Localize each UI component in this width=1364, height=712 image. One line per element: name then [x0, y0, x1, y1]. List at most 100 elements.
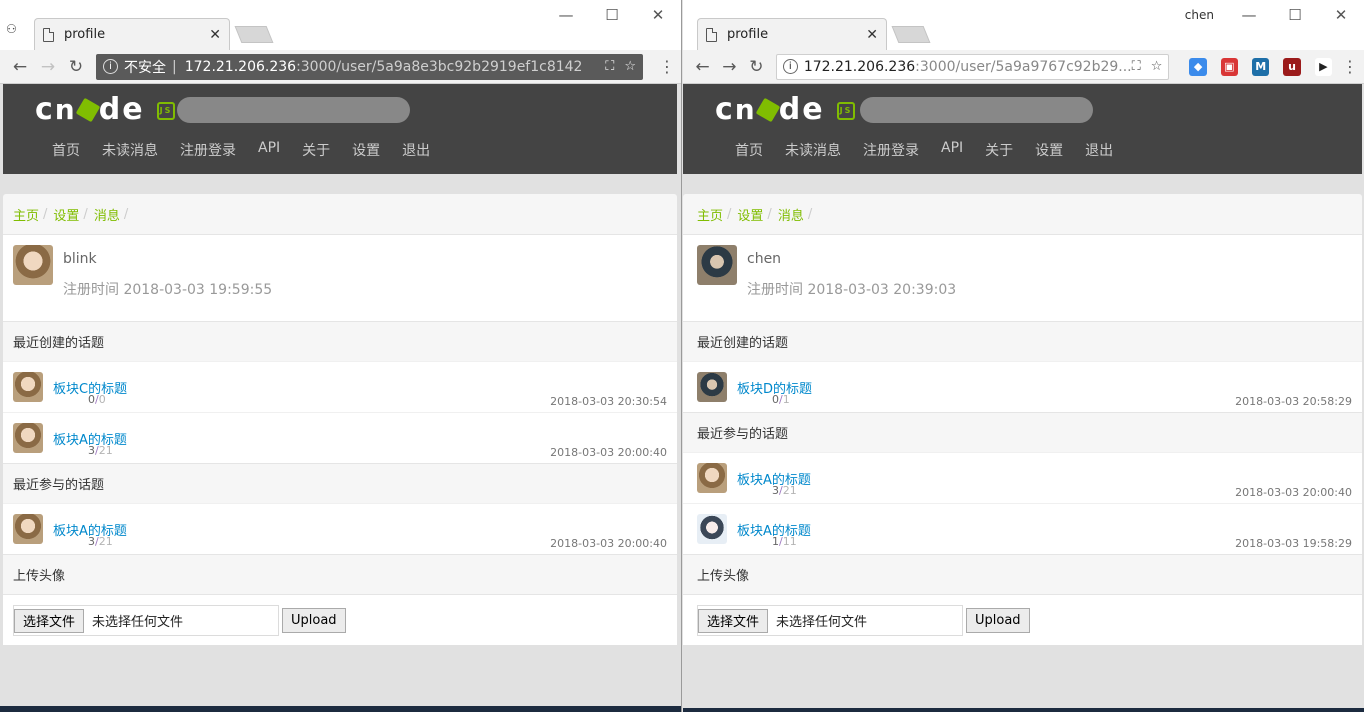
nav-settings[interactable]: 设置 — [341, 140, 391, 160]
play-extension-icon[interactable]: ▶ — [1314, 57, 1332, 76]
back-icon[interactable]: ← — [6, 57, 34, 77]
register-time: 注册时间 2018-03-03 20:39:03 — [747, 282, 957, 298]
created-topics-header: 最近创建的话题 — [683, 321, 1362, 361]
user-card: chen 注册时间 2018-03-03 20:39:03 — [683, 234, 1362, 321]
visit-count: 21 — [98, 444, 113, 457]
choose-file-button[interactable]: 选择文件 — [14, 608, 85, 633]
document-icon — [706, 27, 717, 42]
nav-register-login[interactable]: 注册登录 — [169, 140, 247, 160]
username: chen — [747, 251, 782, 267]
minimize-icon[interactable]: — — [1226, 6, 1272, 24]
reload-icon[interactable]: ↻ — [62, 57, 90, 77]
nav-settings[interactable]: 设置 — [1024, 140, 1074, 160]
translate-icon[interactable]: ⛶ — [605, 59, 614, 74]
choose-file-button[interactable]: 选择文件 — [698, 608, 769, 633]
nav-about[interactable]: 关于 — [291, 140, 341, 160]
joined-topics-header: 最近参与的话题 — [3, 463, 677, 503]
maximize-icon[interactable]: ☐ — [589, 6, 635, 24]
reload-icon[interactable]: ↻ — [743, 57, 770, 77]
topic-row: 板块A的标题 3/21 2018-03-03 20:00:40 — [683, 452, 1362, 503]
avatar[interactable] — [13, 245, 53, 285]
nav-home[interactable]: 首页 — [41, 140, 91, 160]
window-close-icon[interactable]: ✕ — [635, 6, 681, 24]
author-avatar[interactable] — [13, 372, 43, 402]
window-close-icon[interactable]: ✕ — [1318, 6, 1364, 24]
breadcrumb-messages[interactable]: 消息 — [778, 205, 804, 224]
user-card: blink 注册时间 2018-03-03 19:59:55 — [3, 234, 677, 321]
extension-icon[interactable]: M — [1252, 57, 1270, 76]
file-status: 未选择任何文件 — [776, 615, 868, 630]
search-input[interactable] — [860, 97, 1093, 123]
extension-icon[interactable]: u — [1283, 57, 1301, 76]
nav-about[interactable]: 关于 — [974, 140, 1024, 160]
address-bar[interactable]: i 不安全 | 172.21.206.236 :3000/user/5a9a8e… — [96, 53, 643, 80]
menu-icon[interactable]: ⋮ — [1342, 57, 1358, 76]
back-icon[interactable]: ← — [689, 57, 716, 77]
new-tab-button[interactable] — [234, 26, 274, 43]
reply-visit-count: 3/21 — [88, 535, 113, 548]
translate-icon[interactable]: ⛶ — [1132, 59, 1141, 74]
taskbar-fragment — [0, 706, 681, 712]
info-icon[interactable]: i — [103, 59, 118, 74]
file-status: 未选择任何文件 — [92, 615, 184, 630]
breadcrumb-home[interactable]: 主页 — [697, 205, 723, 224]
omnibox-actions: ⛶ ☆ — [1132, 59, 1163, 74]
breadcrumb-messages[interactable]: 消息 — [94, 205, 120, 224]
menu-icon[interactable]: ⋮ — [659, 57, 675, 76]
nav-logout[interactable]: 退出 — [1074, 140, 1124, 160]
star-icon[interactable]: ☆ — [624, 59, 636, 74]
reply-count: 1 — [772, 535, 779, 548]
profile-name[interactable]: chen — [1185, 8, 1214, 22]
content-panel: 主页 / 设置 / 消息 / chen 注册时间 2018-03-03 20:39:0… — [683, 194, 1362, 645]
author-avatar[interactable] — [697, 372, 727, 402]
close-icon[interactable]: ✕ — [866, 27, 878, 43]
breadcrumb-home[interactable]: 主页 — [13, 205, 39, 224]
site-header: cn de JS 首页 未读消息 注册登录 API 关于 设置 退出 — [683, 84, 1362, 174]
extension-icon[interactable]: ◆ — [1189, 57, 1207, 76]
reply-count: 3 — [88, 444, 95, 457]
upload-button[interactable]: Upload — [282, 608, 346, 633]
nav-register-login[interactable]: 注册登录 — [852, 140, 930, 160]
reply-visit-count: 0/0 — [88, 393, 106, 406]
minimize-icon[interactable]: — — [543, 6, 589, 24]
avatar[interactable] — [697, 245, 737, 285]
nav-api[interactable]: API — [930, 140, 974, 160]
site-header: cn de JS 首页 未读消息 注册登录 API 关于 设置 退出 — [3, 84, 677, 174]
divider: | — [172, 58, 177, 75]
cnode-logo[interactable]: cn de JS — [715, 92, 855, 127]
nav-api[interactable]: API — [247, 140, 291, 160]
file-input[interactable]: 选择文件 未选择任何文件 — [13, 605, 279, 636]
author-avatar[interactable] — [13, 423, 43, 453]
author-avatar[interactable] — [13, 514, 43, 544]
cnode-logo[interactable]: cn de JS — [35, 92, 175, 127]
site-nav: 首页 未读消息 注册登录 API 关于 设置 退出 — [724, 140, 1124, 160]
new-tab-button[interactable] — [891, 26, 931, 43]
upload-avatar-header: 上传头像 — [683, 554, 1362, 594]
breadcrumb-settings[interactable]: 设置 — [737, 205, 763, 224]
address-bar[interactable]: i 172.21.206.236 :3000/user/5a9a9767c92b… — [775, 53, 1170, 80]
title-bar: ⚇ profile ✕ — ☐ ✕ — [0, 0, 681, 50]
nav-logout[interactable]: 退出 — [391, 140, 441, 160]
topic-time: 2018-03-03 19:58:29 — [1235, 537, 1352, 550]
close-icon[interactable]: ✕ — [209, 27, 221, 43]
forward-icon[interactable]: → — [34, 57, 62, 77]
nav-unread[interactable]: 未读消息 — [774, 140, 852, 160]
nav-unread[interactable]: 未读消息 — [91, 140, 169, 160]
info-icon[interactable]: i — [782, 59, 798, 74]
author-avatar[interactable] — [697, 463, 727, 493]
search-input[interactable] — [177, 97, 410, 123]
extension-icon[interactable]: ▣ — [1220, 57, 1239, 76]
file-input[interactable]: 选择文件 未选择任何文件 — [697, 605, 963, 636]
tab-profile[interactable]: profile ✕ — [34, 18, 230, 50]
tab-profile[interactable]: profile ✕ — [697, 18, 887, 50]
maximize-icon[interactable]: ☐ — [1272, 6, 1318, 24]
nav-home[interactable]: 首页 — [724, 140, 774, 160]
author-avatar[interactable] — [697, 514, 727, 544]
url-host: 172.21.206.236 — [803, 58, 916, 75]
upload-button[interactable]: Upload — [966, 608, 1030, 633]
breadcrumb-settings[interactable]: 设置 — [53, 205, 79, 224]
reply-count: 3 — [772, 484, 779, 497]
forward-icon[interactable]: → — [716, 57, 743, 77]
register-time: 注册时间 2018-03-03 19:59:55 — [63, 282, 273, 298]
star-icon[interactable]: ☆ — [1151, 59, 1163, 74]
